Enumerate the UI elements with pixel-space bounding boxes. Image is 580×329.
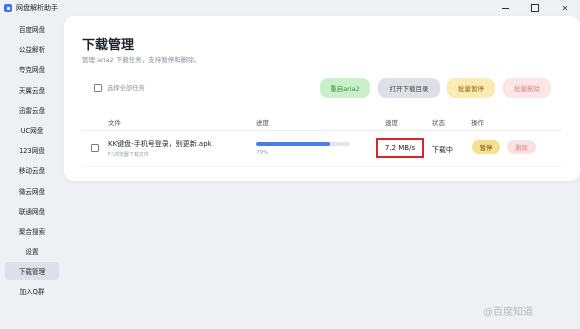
- batch-delete-button[interactable]: 批量删除: [503, 78, 551, 98]
- sidebar-item-public-parse[interactable]: 公益解析: [5, 40, 59, 58]
- select-all-checkbox[interactable]: [94, 83, 102, 92]
- minimize-button[interactable]: [490, 0, 520, 16]
- sidebar: 百度网盘 公益解析 夸克网盘 天翼云盘 迅雷云盘 UC网盘 123网盘 移动云盘…: [0, 20, 64, 329]
- status-text: 下载中: [432, 146, 453, 154]
- toolbar: 选择全部任务 重启aria2 打开下载目录 批量暂停 批量删除: [64, 78, 580, 98]
- sidebar-item-tianyi[interactable]: 天翼云盘: [5, 81, 59, 99]
- sidebar-item-123[interactable]: 123网盘: [5, 141, 59, 159]
- close-button[interactable]: ✕: [550, 0, 580, 16]
- column-header-actions: 操作: [471, 119, 484, 127]
- title-bar: 网盘解析助手 ✕: [0, 0, 580, 16]
- open-download-dir-button[interactable]: 打开下载目录: [378, 78, 440, 98]
- pause-button[interactable]: 暂停: [472, 140, 500, 154]
- sidebar-item-join-group[interactable]: 加入Q群: [5, 282, 59, 300]
- file-name: KK键盘-手机号登录，别更新.apk: [108, 140, 212, 148]
- sidebar-item-search[interactable]: 聚合搜索: [5, 222, 59, 240]
- batch-pause-button[interactable]: 批量暂停: [447, 78, 495, 98]
- column-header-progress: 进度: [256, 119, 269, 127]
- sidebar-item-settings[interactable]: 设置: [5, 242, 59, 260]
- column-header-file: 文件: [108, 119, 121, 127]
- window-controls: ✕: [490, 0, 580, 16]
- column-header-status: 状态: [432, 119, 445, 127]
- download-speed: 7.2 MB/s: [376, 138, 424, 158]
- row-checkbox[interactable]: [91, 144, 99, 152]
- delete-button[interactable]: 删除: [507, 140, 536, 154]
- select-all-label: 选择全部任务: [107, 85, 145, 92]
- sidebar-item-mobile[interactable]: 移动云盘: [5, 161, 59, 179]
- progress-percent: 79%: [256, 150, 269, 156]
- download-manager-panel: 下载管理 管理 aria2 下载任务，支持暂停和删除。 选择全部任务 重启ari…: [64, 16, 580, 181]
- table-header: 文件 进度 速度 状态 操作: [64, 117, 580, 127]
- restart-aria2-button[interactable]: 重启aria2: [320, 78, 370, 98]
- progress-bar: [256, 142, 350, 146]
- sidebar-item-downloads[interactable]: 下载管理: [5, 262, 59, 281]
- watermark: @百度知道: [483, 307, 533, 318]
- window-title: 网盘解析助手: [16, 4, 58, 12]
- sidebar-item-unicom[interactable]: 联通网盘: [5, 202, 59, 220]
- sidebar-item-quark[interactable]: 夸克网盘: [5, 60, 59, 78]
- header-divider: [82, 130, 562, 131]
- sidebar-item-baidu[interactable]: 百度网盘: [5, 20, 59, 38]
- table-row: KK键盘-手机号登录，别更新.apk F:\浏览器下载文件 79% 7.2 MB…: [64, 134, 580, 162]
- sidebar-item-uc[interactable]: UC网盘: [5, 121, 59, 139]
- file-path: F:\浏览器下载文件: [108, 152, 149, 158]
- sidebar-item-xunlei[interactable]: 迅雷云盘: [5, 101, 59, 119]
- page-subtitle: 管理 aria2 下载任务，支持暂停和删除。: [82, 56, 201, 64]
- page-title: 下载管理: [82, 38, 135, 53]
- sidebar-item-weiyun[interactable]: 微云网盘: [5, 182, 59, 200]
- select-all-toggle[interactable]: 选择全部任务: [94, 83, 145, 92]
- app-logo-icon: [4, 4, 12, 12]
- column-header-speed: 速度: [385, 119, 398, 127]
- maximize-button[interactable]: [520, 0, 550, 16]
- row-divider: [82, 166, 562, 167]
- progress-bar-fill: [256, 142, 331, 146]
